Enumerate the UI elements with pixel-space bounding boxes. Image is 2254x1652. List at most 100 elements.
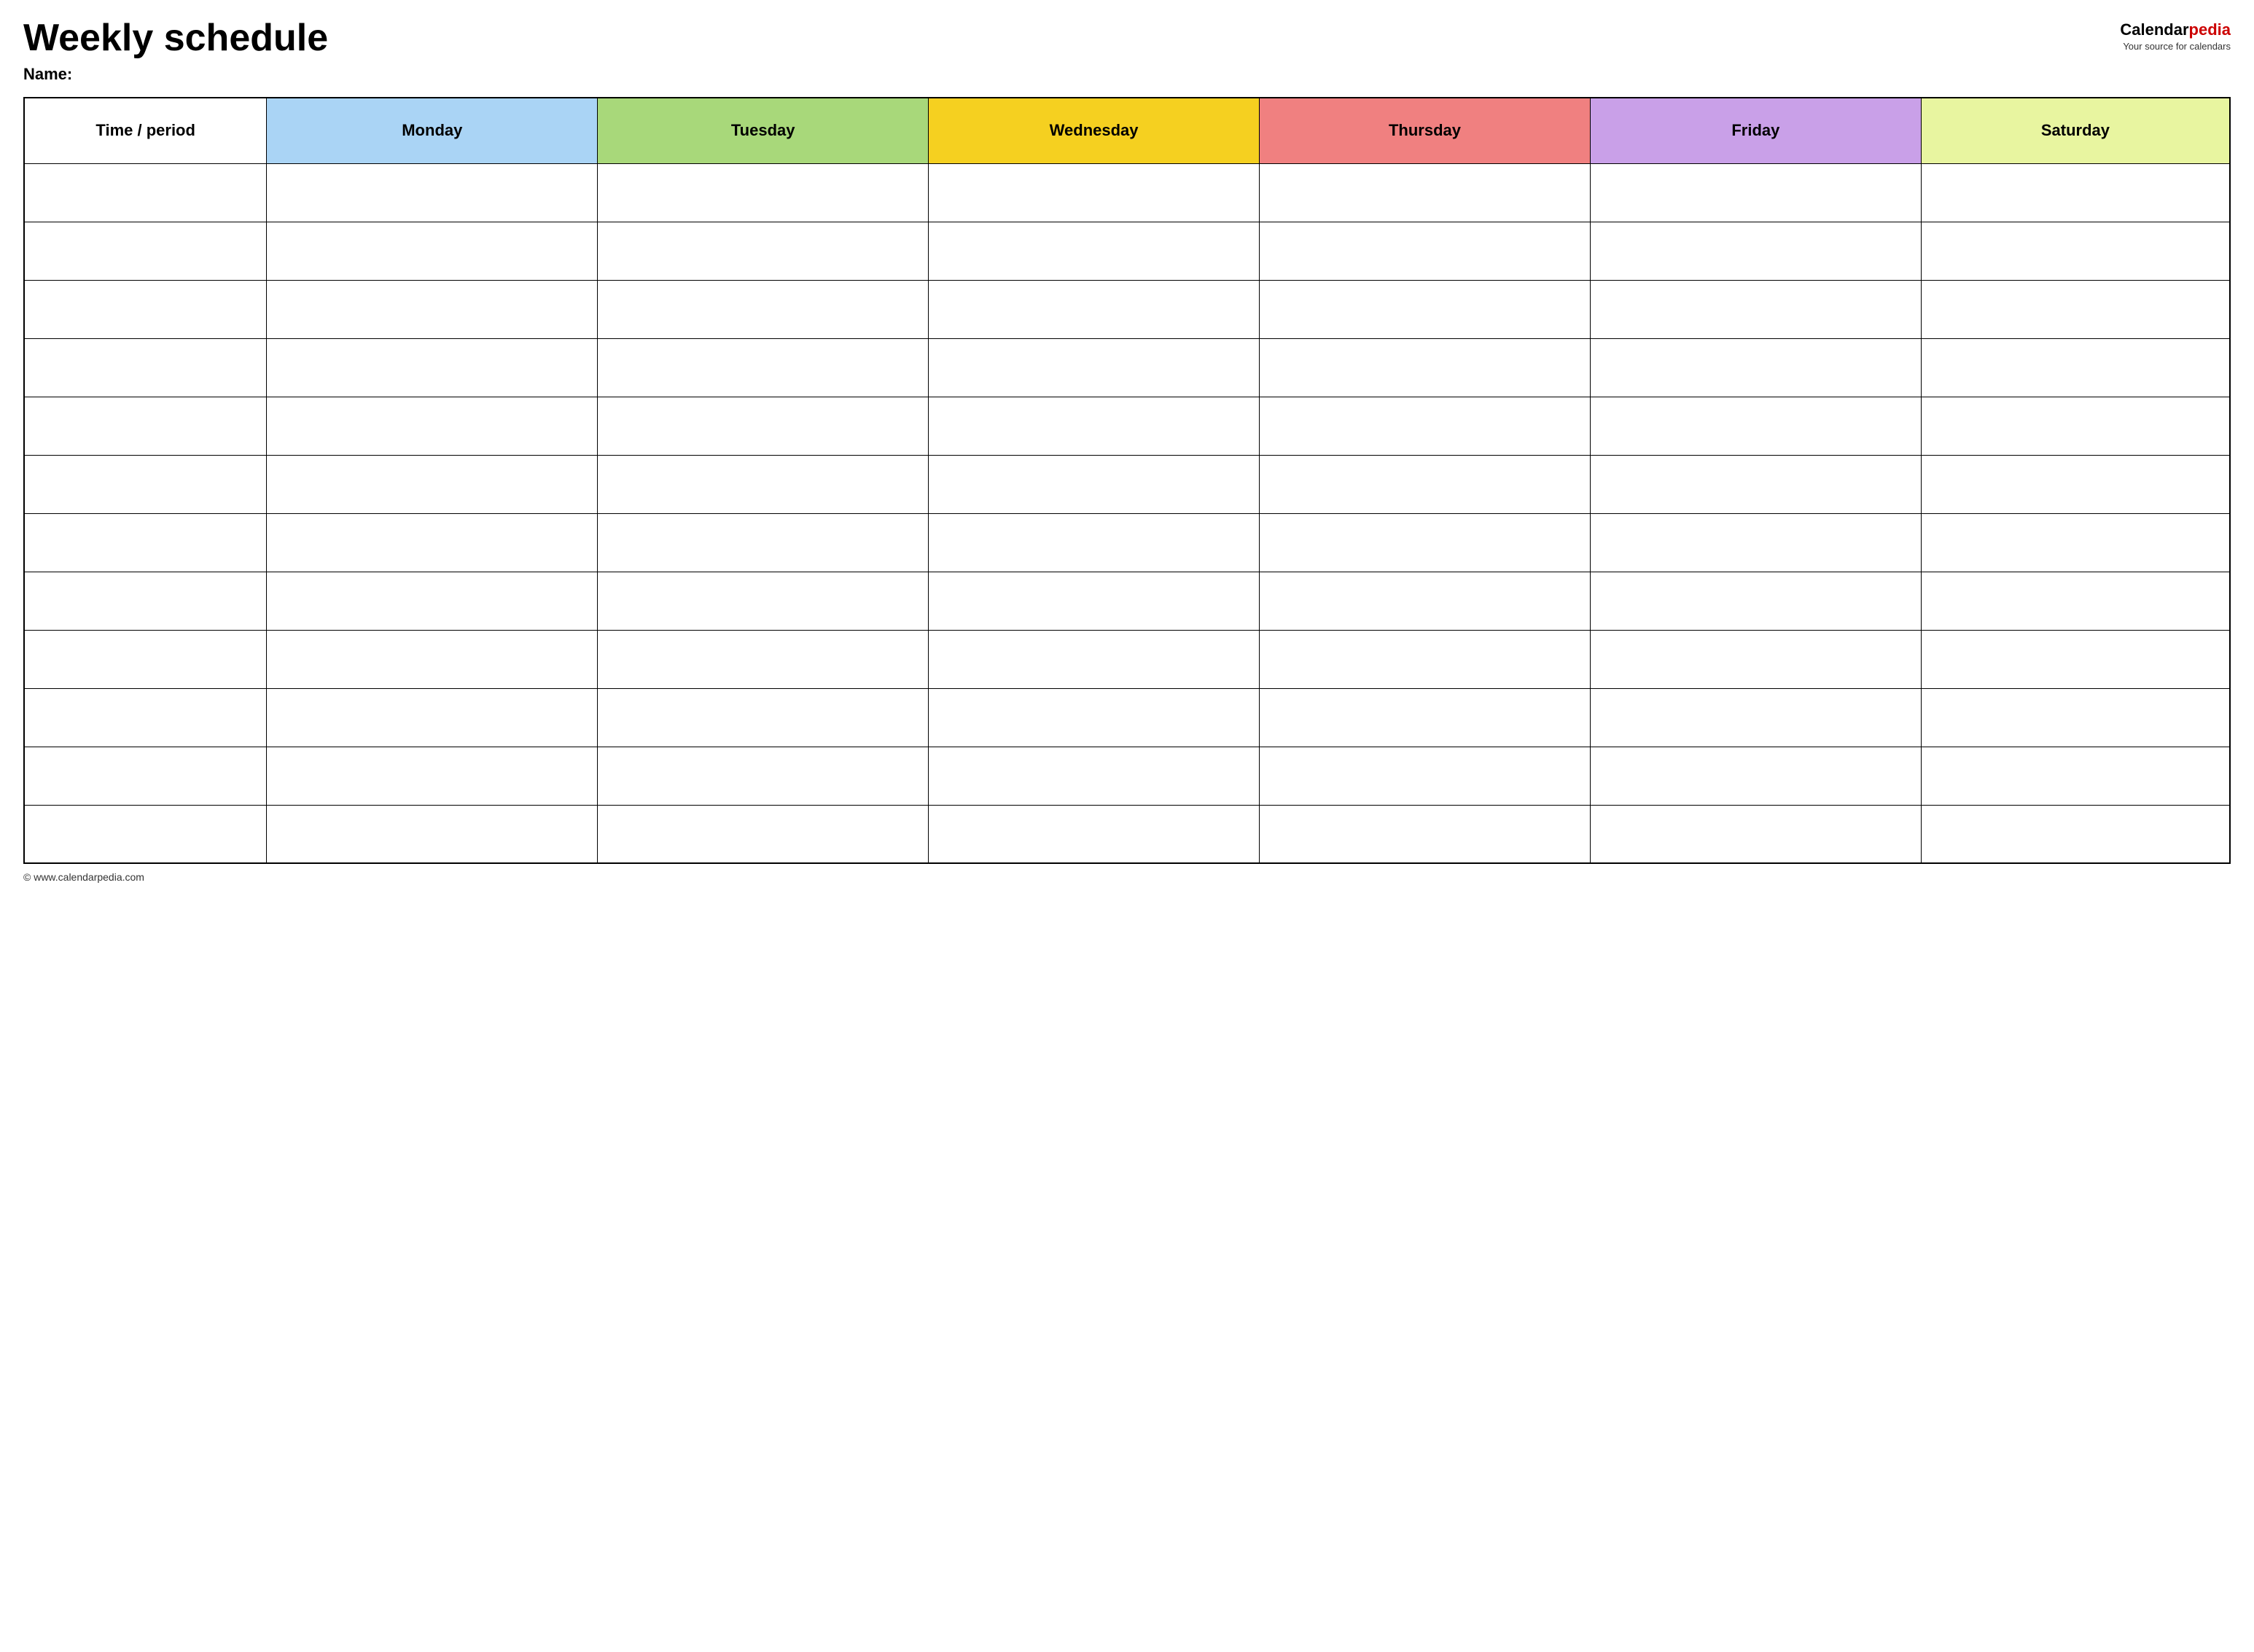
schedule-cell[interactable] <box>929 222 1260 280</box>
table-row <box>24 455 2230 513</box>
schedule-cell[interactable] <box>1260 630 1591 688</box>
table-row <box>24 163 2230 222</box>
time-cell[interactable] <box>24 222 267 280</box>
schedule-cell[interactable] <box>1260 397 1591 455</box>
schedule-cell[interactable] <box>1590 572 1921 630</box>
schedule-cell[interactable] <box>1590 222 1921 280</box>
schedule-cell[interactable] <box>598 397 929 455</box>
schedule-cell[interactable] <box>598 513 929 572</box>
time-cell[interactable] <box>24 747 267 805</box>
time-cell[interactable] <box>24 163 267 222</box>
time-cell[interactable] <box>24 805 267 863</box>
schedule-cell[interactable] <box>929 572 1260 630</box>
time-cell[interactable] <box>24 513 267 572</box>
schedule-cell[interactable] <box>929 397 1260 455</box>
schedule-cell[interactable] <box>598 280 929 338</box>
time-cell[interactable] <box>24 572 267 630</box>
schedule-cell[interactable] <box>929 805 1260 863</box>
schedule-cell[interactable] <box>929 338 1260 397</box>
schedule-cell[interactable] <box>598 455 929 513</box>
schedule-cell[interactable] <box>267 455 598 513</box>
schedule-cell[interactable] <box>1260 338 1591 397</box>
table-row <box>24 338 2230 397</box>
time-cell[interactable] <box>24 630 267 688</box>
schedule-cell[interactable] <box>267 163 598 222</box>
schedule-cell[interactable] <box>1921 513 2230 572</box>
schedule-cell[interactable] <box>1921 455 2230 513</box>
time-cell[interactable] <box>24 688 267 747</box>
schedule-cell[interactable] <box>1921 397 2230 455</box>
schedule-cell[interactable] <box>267 397 598 455</box>
table-row <box>24 572 2230 630</box>
schedule-cell[interactable] <box>1590 688 1921 747</box>
schedule-cell[interactable] <box>1921 222 2230 280</box>
schedule-cell[interactable] <box>598 338 929 397</box>
schedule-cell[interactable] <box>1260 280 1591 338</box>
header-wednesday: Wednesday <box>929 98 1260 163</box>
schedule-cell[interactable] <box>1921 688 2230 747</box>
schedule-cell[interactable] <box>267 805 598 863</box>
schedule-cell[interactable] <box>598 572 929 630</box>
schedule-cell[interactable] <box>267 513 598 572</box>
schedule-cell[interactable] <box>1260 222 1591 280</box>
schedule-cell[interactable] <box>1260 455 1591 513</box>
table-row <box>24 513 2230 572</box>
schedule-cell[interactable] <box>267 630 598 688</box>
schedule-cell[interactable] <box>1590 338 1921 397</box>
schedule-cell[interactable] <box>267 222 598 280</box>
schedule-cell[interactable] <box>267 572 598 630</box>
table-row <box>24 805 2230 863</box>
schedule-cell[interactable] <box>929 513 1260 572</box>
schedule-cell[interactable] <box>929 163 1260 222</box>
schedule-cell[interactable] <box>1590 747 1921 805</box>
schedule-cell[interactable] <box>598 688 929 747</box>
schedule-cell[interactable] <box>267 338 598 397</box>
schedule-cell[interactable] <box>598 222 929 280</box>
schedule-cell[interactable] <box>267 747 598 805</box>
schedule-cell[interactable] <box>1260 688 1591 747</box>
schedule-cell[interactable] <box>598 747 929 805</box>
schedule-cell[interactable] <box>1590 163 1921 222</box>
schedule-cell[interactable] <box>1260 572 1591 630</box>
schedule-cell[interactable] <box>1590 630 1921 688</box>
schedule-cell[interactable] <box>929 455 1260 513</box>
table-row <box>24 747 2230 805</box>
time-cell[interactable] <box>24 338 267 397</box>
header-saturday: Saturday <box>1921 98 2230 163</box>
schedule-cell[interactable] <box>1921 747 2230 805</box>
schedule-cell[interactable] <box>1921 805 2230 863</box>
table-row <box>24 222 2230 280</box>
schedule-cell[interactable] <box>929 747 1260 805</box>
schedule-cell[interactable] <box>929 630 1260 688</box>
time-cell[interactable] <box>24 397 267 455</box>
time-cell[interactable] <box>24 455 267 513</box>
schedule-cell[interactable] <box>1921 630 2230 688</box>
header-time: Time / period <box>24 98 267 163</box>
schedule-cell[interactable] <box>1260 163 1591 222</box>
logo-calendar-text: Calendar <box>2120 20 2188 39</box>
schedule-cell[interactable] <box>1590 513 1921 572</box>
schedule-cell[interactable] <box>1921 572 2230 630</box>
schedule-cell[interactable] <box>598 805 929 863</box>
schedule-cell[interactable] <box>1260 805 1591 863</box>
header-monday: Monday <box>267 98 598 163</box>
schedule-cell[interactable] <box>1590 280 1921 338</box>
logo-pedia-text: pedia <box>2189 20 2231 39</box>
schedule-cell[interactable] <box>267 280 598 338</box>
schedule-cell[interactable] <box>1590 805 1921 863</box>
schedule-cell[interactable] <box>267 688 598 747</box>
schedule-cell[interactable] <box>929 280 1260 338</box>
schedule-cell[interactable] <box>1590 397 1921 455</box>
schedule-cell[interactable] <box>598 163 929 222</box>
schedule-cell[interactable] <box>1260 513 1591 572</box>
schedule-cell[interactable] <box>1590 455 1921 513</box>
table-row <box>24 630 2230 688</box>
schedule-cell[interactable] <box>1921 163 2230 222</box>
table-row <box>24 688 2230 747</box>
schedule-cell[interactable] <box>1260 747 1591 805</box>
time-cell[interactable] <box>24 280 267 338</box>
schedule-cell[interactable] <box>1921 280 2230 338</box>
schedule-cell[interactable] <box>929 688 1260 747</box>
schedule-cell[interactable] <box>1921 338 2230 397</box>
schedule-cell[interactable] <box>598 630 929 688</box>
